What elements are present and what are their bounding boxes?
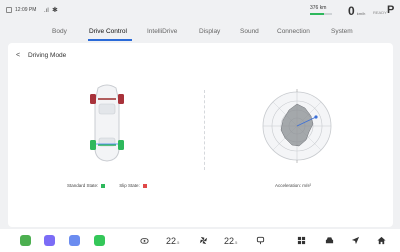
tab-system[interactable]: System <box>331 28 353 35</box>
standard-state-label: Standard State: <box>67 183 99 188</box>
screen: 12:09 PM .ıl ✱ 376 km 0 km/h READY P Body… <box>0 0 400 252</box>
green-app-icon[interactable] <box>20 235 31 246</box>
blue-app-icon[interactable] <box>69 235 80 246</box>
signal-icon: .ıl <box>44 8 49 14</box>
acceleration-readout: Acceleration: m/s² <box>275 183 311 188</box>
time-label: 12:09 PM <box>15 7 37 13</box>
front-right-wheel-slip <box>118 94 124 104</box>
status-bar: 12:09 PM .ıl ✱ 376 km 0 km/h READY P <box>0 0 400 22</box>
navigate-icon[interactable] <box>351 236 360 245</box>
clock: 12:09 PM <box>6 7 36 13</box>
acceleration-label: Acceleration: <box>275 183 303 188</box>
tab-drive-control[interactable]: Drive Control <box>89 28 127 35</box>
slip-state-label: Slip State: <box>119 183 140 188</box>
range-bar-fill <box>310 13 325 15</box>
rear-left-wheel-standard <box>90 140 96 150</box>
current-acceleration-point <box>314 115 318 119</box>
acceleration-polar-plot <box>262 89 332 163</box>
speed-readout: 0 km/h <box>348 4 365 18</box>
page-title: Driving Mode <box>28 52 67 59</box>
back-button[interactable]: < <box>16 52 20 59</box>
tab-connection[interactable]: Connection <box>277 28 310 35</box>
gear-indicator: P <box>387 4 395 16</box>
active-tab-indicator <box>88 39 132 41</box>
tab-body[interactable]: Body <box>52 28 67 35</box>
tab-display[interactable]: Display <box>199 28 220 35</box>
speed-unit: km/h <box>356 11 366 16</box>
bluetooth-icon: ✱ <box>52 7 58 14</box>
profile-icon[interactable] <box>6 7 12 13</box>
slip-state-swatch <box>142 183 147 188</box>
rear-right-wheel-standard <box>118 140 124 150</box>
front-left-wheel-slip <box>90 94 96 104</box>
right-temperature[interactable]: 22.5 <box>224 236 237 246</box>
wheel-state-legend: Standard State: Slip State: <box>67 183 147 188</box>
range-label: 376 km <box>310 5 327 11</box>
phone-icon[interactable] <box>94 235 105 246</box>
range-indicator: 376 km <box>310 5 332 15</box>
home-icon[interactable] <box>377 236 386 245</box>
speed-value: 0 <box>348 4 355 18</box>
car-icon[interactable] <box>325 236 334 245</box>
acceleration-unit: m/s² <box>302 183 312 188</box>
content-panel <box>8 43 393 227</box>
settings-tabs: Body Drive Control IntelliDrive Display … <box>0 25 400 43</box>
left-temperature[interactable]: 22.5 <box>166 236 179 246</box>
fan-icon[interactable] <box>199 236 208 245</box>
tab-intellidrive[interactable]: IntelliDrive <box>147 28 177 35</box>
panel-divider <box>204 90 205 170</box>
ready-indicator: READY <box>373 10 387 15</box>
tab-sound[interactable]: Sound <box>240 28 259 35</box>
grid-icon[interactable] <box>297 236 306 245</box>
seat-icon[interactable] <box>256 236 265 245</box>
standard-state-swatch <box>101 183 106 188</box>
car-top-view-diagram <box>90 84 124 162</box>
purple-app-icon[interactable] <box>44 235 55 246</box>
seat-heat-icon[interactable] <box>140 236 149 245</box>
